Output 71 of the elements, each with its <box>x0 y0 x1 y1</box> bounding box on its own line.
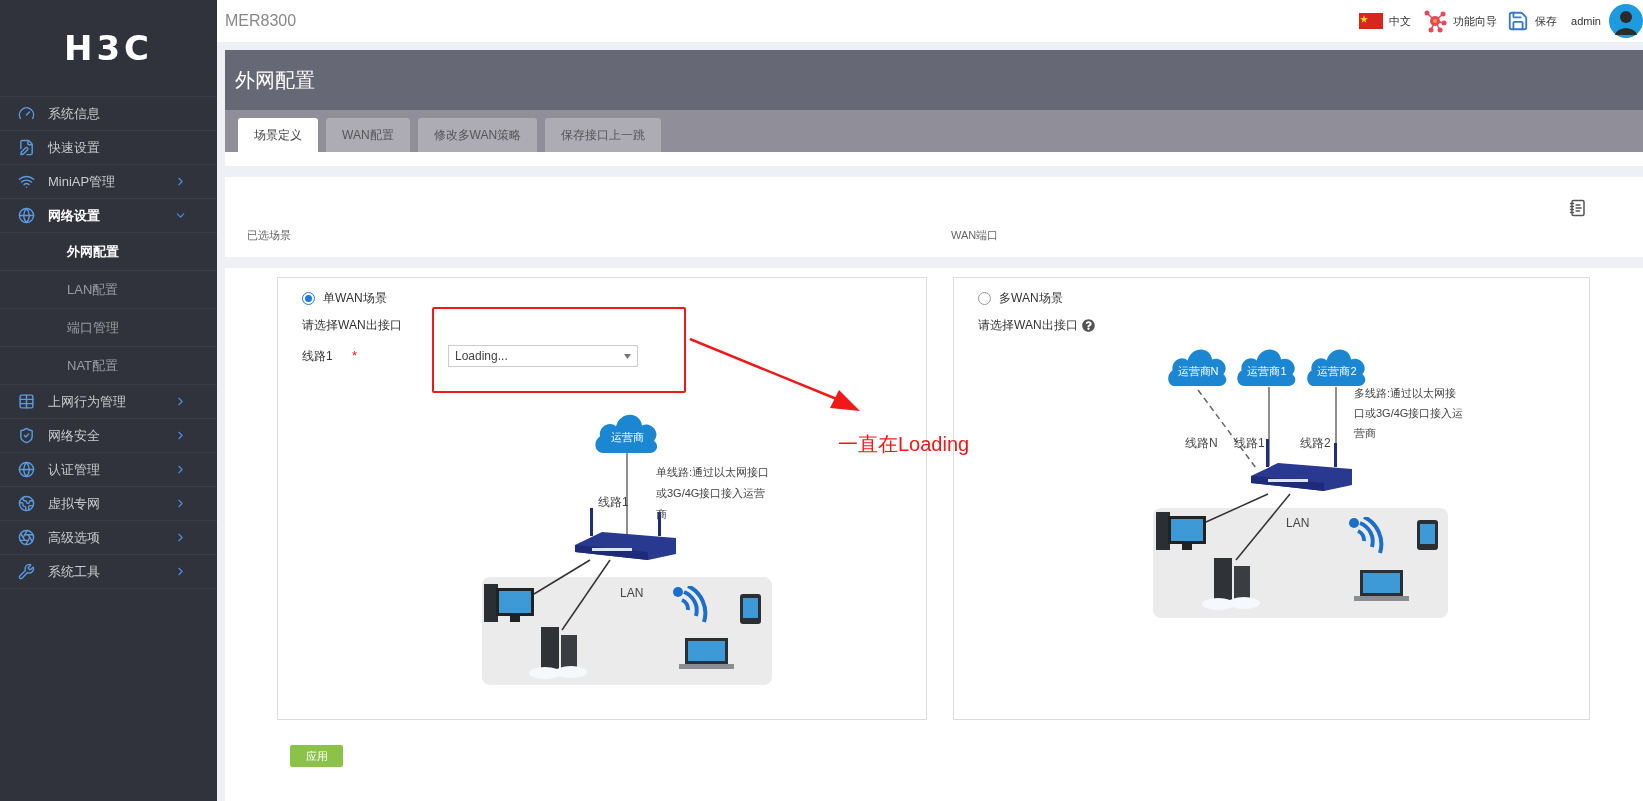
sidebar-item[interactable]: MiniAP管理 <box>0 165 217 199</box>
save-icon <box>1507 10 1530 32</box>
prompt-text: 请选择WAN出接口 <box>302 317 402 334</box>
scenario-label: 单WAN场景 <box>323 290 387 307</box>
globe-icon <box>18 207 35 224</box>
line-label: 线路N <box>1185 435 1218 452</box>
sidebar-item[interactable]: 系统工具 <box>0 555 217 589</box>
sidebar-subitem[interactable]: NAT配置 <box>0 347 217 385</box>
cloud-label: 运营商2 <box>1316 365 1358 377</box>
computer-icon <box>484 582 534 624</box>
document-edit-icon <box>18 139 35 156</box>
page-title: 外网配置 <box>235 68 315 93</box>
sidebar-item[interactable]: 快速设置 <box>0 131 217 165</box>
sidebar-item[interactable]: 网络设置 <box>0 199 217 233</box>
flag-icon <box>1359 13 1384 29</box>
wifi-icon <box>18 173 35 190</box>
sidebar-item[interactable]: 网络安全 <box>0 419 217 453</box>
line-label: 线路2 <box>1300 435 1331 452</box>
line-label: 线路1 <box>1234 435 1265 452</box>
aperture-icon <box>18 529 35 546</box>
network-nodes-icon <box>1423 9 1448 33</box>
notebook-icon[interactable] <box>1569 199 1587 217</box>
sidebar-item[interactable]: 虚拟专网 <box>0 487 217 521</box>
lan-label: LAN <box>620 585 644 602</box>
summary-label: 已选场景 <box>246 227 292 243</box>
field-label: 线路1 <box>302 348 334 365</box>
laptop-icon <box>679 638 734 670</box>
wrench-icon <box>18 563 35 580</box>
required-mark: * <box>352 347 359 366</box>
server-icon <box>1200 558 1262 610</box>
laptop-icon <box>1354 570 1409 602</box>
gauge-icon <box>18 105 35 122</box>
server-icon <box>527 627 589 679</box>
earth-icon <box>18 495 35 512</box>
computer-icon <box>1156 510 1206 552</box>
scenario-label: 多WAN场景 <box>999 290 1063 307</box>
sidebar-item[interactable]: 系统信息 <box>0 97 217 131</box>
logo: H3C <box>63 26 154 70</box>
caret-icon <box>624 353 631 359</box>
product-name: MER8300 <box>225 11 298 31</box>
tab[interactable]: 场景定义 <box>238 118 318 152</box>
sidebar-item[interactable]: 认证管理 <box>0 453 217 487</box>
sidebar-subitem[interactable]: 端口管理 <box>0 309 217 347</box>
shield-icon <box>18 427 35 444</box>
summary-label: WAN端口 <box>950 227 1000 243</box>
sidebar-item[interactable]: 上网行为管理 <box>0 385 217 419</box>
wizard-link[interactable]: 功能向导 <box>1453 12 1498 30</box>
sidebar-subitem[interactable]: LAN配置 <box>0 271 217 309</box>
phone-icon <box>1417 520 1438 550</box>
prompt-text: 请选择WAN出接口 <box>978 317 1078 334</box>
avatar-icon[interactable] <box>1609 4 1643 38</box>
save-link[interactable]: 保存 <box>1535 12 1558 30</box>
diagram-description: 单线路:通过以太网接口或3G/4G接口接入运营商 <box>656 465 771 522</box>
cloud-label: 运营商 <box>609 431 645 443</box>
sidebar-item[interactable]: 高级选项 <box>0 521 217 555</box>
interface-select[interactable]: Loading... <box>448 345 638 367</box>
cloud-label: 运营商1 <box>1246 365 1288 377</box>
phone-icon <box>740 594 761 624</box>
globe-icon <box>18 461 35 478</box>
diagram-description: 多线路:通过以太网接口或3G/4G接口接入运营商 <box>1354 386 1465 441</box>
lan-label: LAN <box>1286 515 1310 532</box>
tab[interactable]: WAN配置 <box>326 118 410 152</box>
tab[interactable]: 保存接口上一跳 <box>545 118 662 152</box>
language-link[interactable]: 中文 <box>1389 12 1412 30</box>
cloud-label: 运营商N <box>1176 365 1220 377</box>
username: admin <box>1571 13 1601 29</box>
sidebar-subitem[interactable]: 外网配置 <box>0 233 217 271</box>
line-label: 线路1 <box>598 494 629 511</box>
grid-icon <box>18 393 35 410</box>
annotation-text: 一直在Loading <box>838 432 970 457</box>
help-icon[interactable] <box>1081 318 1095 332</box>
